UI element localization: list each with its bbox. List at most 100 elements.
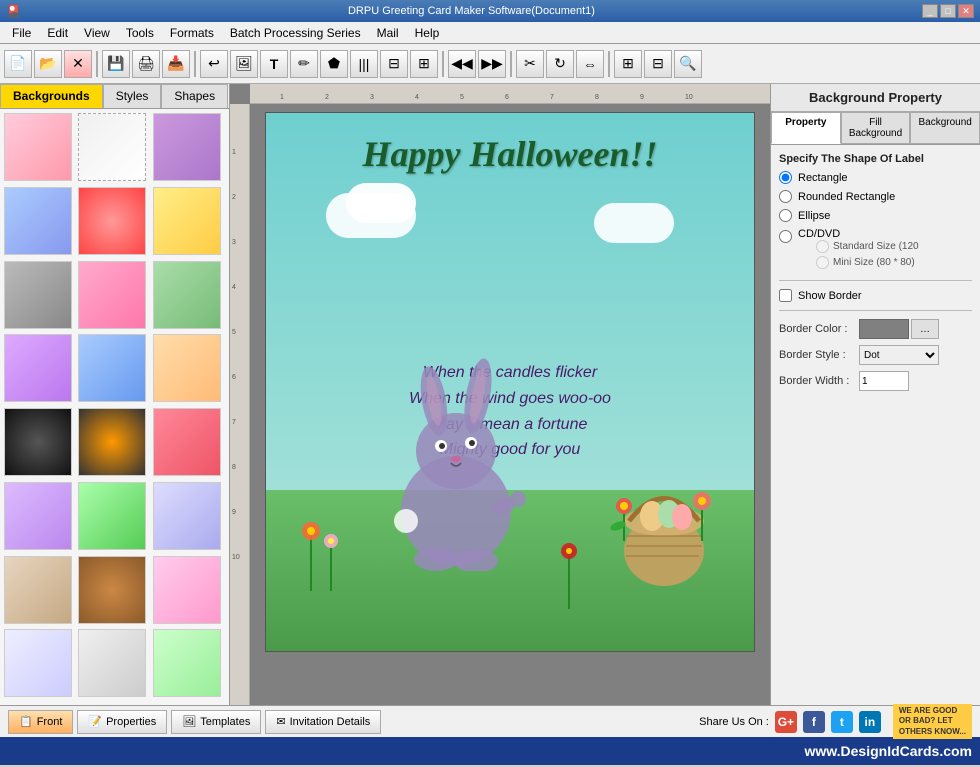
thumbnail-8[interactable] [78,261,146,329]
maximize-button[interactable]: □ [940,4,956,18]
thumbnail-3[interactable] [153,113,221,181]
thumbnail-21[interactable] [153,556,221,624]
align-button[interactable]: ⊟ [380,50,408,78]
radio-mini-size[interactable] [816,256,829,269]
flip-button[interactable]: ⇔ [576,50,604,78]
undo-button[interactable]: ↩ [200,50,228,78]
divider-1 [779,280,972,281]
text-button[interactable]: T [260,50,288,78]
menu-view[interactable]: View [76,24,118,42]
radio-cddvd[interactable] [779,230,792,243]
menu-tools[interactable]: Tools [118,24,162,42]
tab-backgrounds[interactable]: Backgrounds [0,84,103,108]
badge: WE ARE GOODOR BAD? LETOTHERS KNOW... [893,704,972,739]
facebook-icon[interactable]: f [803,711,825,733]
main-layout: Backgrounds Styles Shapes [0,84,980,705]
radio-rectangle[interactable] [779,171,792,184]
website-url: www.DesignIdCards.com [804,743,972,759]
thumbnail-20[interactable] [78,556,146,624]
thumbnail-23[interactable] [78,629,146,697]
next-button[interactable]: ▶▶ [478,50,506,78]
crop-button[interactable]: ✂ [516,50,544,78]
thumbnail-14[interactable] [78,408,146,476]
border-color-swatch[interactable] [859,319,909,339]
thumbnail-13[interactable] [4,408,72,476]
grid-button[interactable]: ⊞ [614,50,642,78]
minimize-button[interactable]: _ [922,4,938,18]
properties-button[interactable]: 📝 Properties [77,710,167,734]
shape-rounded-row[interactable]: Rounded Rectangle [779,190,972,203]
delete-button[interactable]: ✕ [64,50,92,78]
shape-rectangle-row[interactable]: Rectangle [779,171,972,184]
thumbnail-17[interactable] [78,482,146,550]
border-color-picker[interactable]: … [911,319,939,339]
radio-rounded[interactable] [779,190,792,203]
linkedin-icon[interactable]: in [859,711,881,733]
thumbnail-5[interactable] [78,187,146,255]
thumbnail-1[interactable] [4,113,72,181]
menu-formats[interactable]: Formats [162,24,222,42]
shape-ellipse-row[interactable]: Ellipse [779,209,972,222]
radio-ellipse[interactable] [779,209,792,222]
thumbnail-12[interactable] [153,334,221,402]
front-button[interactable]: 📋 Front [8,710,73,734]
thumbnail-24[interactable] [153,629,221,697]
menu-help[interactable]: Help [407,24,448,42]
thumbnail-11[interactable] [78,334,146,402]
ruler-vertical: 1 2 3 4 5 6 7 8 9 10 [230,104,250,705]
left-panel: Backgrounds Styles Shapes [0,84,230,705]
menu-mail[interactable]: Mail [369,24,407,42]
invitation-button[interactable]: ✉ Invitation Details [265,710,381,734]
templates-button[interactable]: 🖼 Templates [171,710,261,734]
table-button[interactable]: ⊞ [410,50,438,78]
cd-standard-row[interactable]: Standard Size (120 [816,240,919,253]
cloud-2 [346,183,416,223]
thumbnail-19[interactable] [4,556,72,624]
tab-styles[interactable]: Styles [103,84,162,108]
cd-mini-row[interactable]: Mini Size (80 * 80) [816,256,919,269]
new-button[interactable]: 📄 [4,50,32,78]
thumbnail-6[interactable] [153,187,221,255]
thumbnail-2[interactable] [78,113,146,181]
google-plus-icon[interactable]: G+ [775,711,797,733]
draw-button[interactable]: ✏ [290,50,318,78]
thumbnail-18[interactable] [153,482,221,550]
thumbnail-16[interactable] [4,482,72,550]
thumbnail-10[interactable] [4,334,72,402]
close-button[interactable]: ✕ [958,4,974,18]
label-rounded: Rounded Rectangle [798,191,895,203]
tab-shapes[interactable]: Shapes [161,84,228,108]
twitter-icon[interactable]: t [831,711,853,733]
barcode-button[interactable]: ||| [350,50,378,78]
menu-batch[interactable]: Batch Processing Series [222,24,369,42]
thumbnail-9[interactable] [153,261,221,329]
border-color-row: Border Color : … [779,319,972,339]
thumbnail-15[interactable] [153,408,221,476]
border-width-input[interactable] [859,371,909,391]
thumbnail-22[interactable] [4,629,72,697]
radio-standard-size[interactable] [816,240,829,253]
window-controls[interactable]: _ □ ✕ [922,4,974,18]
checkbox-show-border[interactable] [779,289,792,302]
rotate-button[interactable]: ↻ [546,50,574,78]
open-button[interactable]: 📂 [34,50,62,78]
thumbnail-7[interactable] [4,261,72,329]
tab-background[interactable]: Background [910,112,980,144]
tab-fill-background[interactable]: Fill Background [841,112,911,144]
shape-cddvd-row[interactable]: CD/DVD Standard Size (120 Mini Size (80 … [779,228,972,272]
grid2-button[interactable]: ⊟ [644,50,672,78]
shape-button[interactable]: ⬟ [320,50,348,78]
show-border-row[interactable]: Show Border [779,289,972,302]
thumbnail-4[interactable] [4,187,72,255]
prev-button[interactable]: ◀◀ [448,50,476,78]
image-button[interactable]: 🖼 [230,50,258,78]
menu-edit[interactable]: Edit [39,24,76,42]
zoom-button[interactable]: 🔍 [674,50,702,78]
import-button[interactable]: 📥 [162,50,190,78]
tab-property[interactable]: Property [771,112,841,144]
save-button[interactable]: 💾 [102,50,130,78]
border-style-select[interactable]: Dot [859,345,939,365]
menu-file[interactable]: File [4,24,39,42]
panel-title: Background Property [771,84,980,112]
print-button[interactable]: 🖨 [132,50,160,78]
